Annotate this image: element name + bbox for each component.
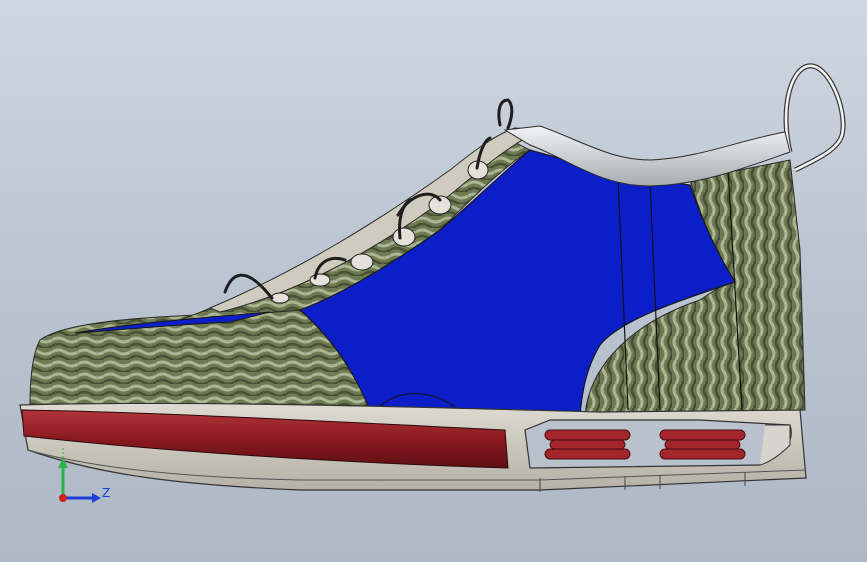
cad-viewport[interactable]: Z	[0, 0, 867, 562]
shoe-model[interactable]	[0, 0, 867, 562]
heel-pull-loop	[783, 63, 846, 173]
z-axis-label: Z	[102, 486, 111, 500]
